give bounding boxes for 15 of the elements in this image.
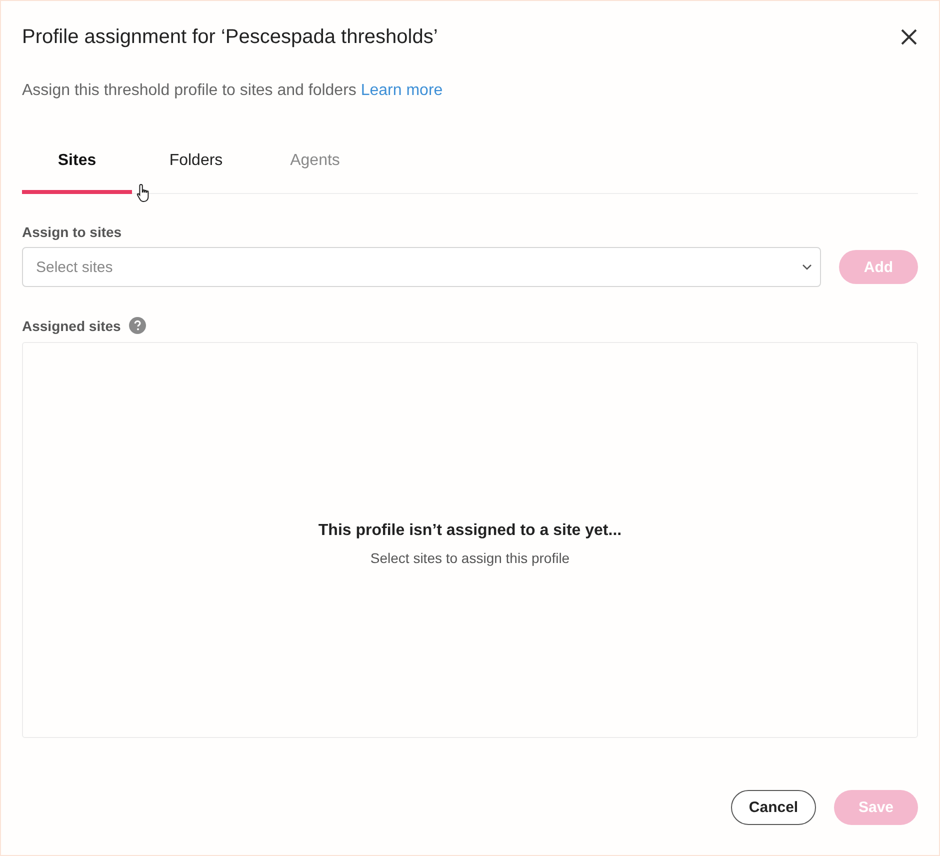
tab[interactable]: Sites bbox=[22, 140, 132, 194]
help-icon[interactable] bbox=[128, 317, 146, 334]
dialog-title: Profile assignment for ‘Pescespada thresholds’ bbox=[22, 26, 438, 48]
dialog-description: Assign this threshold profile to sites and folders Learn more bbox=[22, 82, 444, 100]
field-label: Assign to sites bbox=[22, 224, 123, 240]
cancel-button[interactable]: Cancel bbox=[731, 790, 816, 825]
tab[interactable]: Agents bbox=[260, 140, 370, 194]
tab[interactable]: Folders bbox=[132, 140, 260, 194]
section-label: Assigned sites bbox=[22, 318, 121, 334]
empty-state-text: Select sites to assign this profile bbox=[370, 550, 570, 566]
empty-state-title: This profile isn’t assigned to a site yet... bbox=[318, 522, 622, 540]
close-icon[interactable] bbox=[900, 28, 918, 46]
learn-more-link[interactable]: Learn more bbox=[360, 82, 443, 99]
sites-dropdown[interactable]: Select sites bbox=[22, 247, 821, 287]
chevron-down-icon bbox=[802, 264, 812, 270]
